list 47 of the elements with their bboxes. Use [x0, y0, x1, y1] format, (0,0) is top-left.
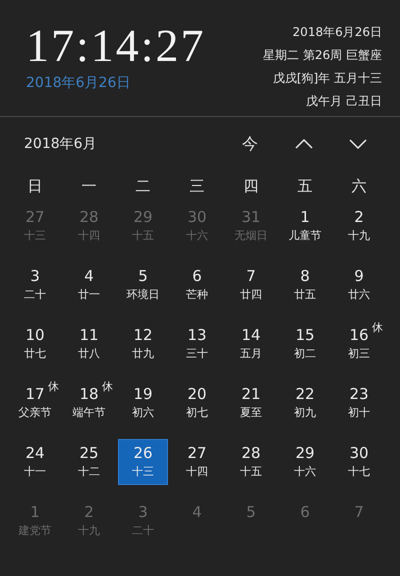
calendar-day[interactable]: 22 初九 — [280, 380, 330, 426]
calendar-day[interactable]: 23 初十 — [334, 380, 384, 426]
calendar-day[interactable]: 3 二十 — [10, 262, 60, 308]
calendar-day[interactable]: 12 廿九 — [118, 321, 168, 367]
today-button[interactable]: 今 — [230, 129, 270, 159]
current-date: 2018年6月26日 — [26, 74, 132, 92]
calendar-day[interactable]: 9 廿六 — [334, 262, 384, 308]
date-info: 戊午月 己丑日 — [306, 93, 382, 110]
calendar-day[interactable]: 17 休 父亲节 — [10, 380, 60, 426]
weekday-label: 六 — [350, 176, 368, 197]
calendar-day[interactable]: 20 初七 — [172, 380, 222, 426]
chevron-up-icon — [295, 139, 313, 149]
calendar-day[interactable]: 13 三十 — [172, 321, 222, 367]
calendar-day[interactable]: 11 廿八 — [64, 321, 114, 367]
calendar-day[interactable]: 28 十五 — [226, 439, 276, 485]
calendar-day[interactable]: 10 廿七 — [10, 321, 60, 367]
calendar-day[interactable]: 5 环境日 — [118, 262, 168, 308]
weekday-label: 日 — [26, 176, 44, 197]
weekday-label: 五 — [296, 176, 314, 197]
calendar-day[interactable]: 24 十一 — [10, 439, 60, 485]
calendar-day[interactable]: 29 十六 — [280, 439, 330, 485]
calendar-day[interactable]: 27 十四 — [172, 439, 222, 485]
calendar-day[interactable]: 8 廿五 — [280, 262, 330, 308]
calendar-day[interactable]: 18 休 端午节 — [64, 380, 114, 426]
calendar-day[interactable]: 21 夏至 — [226, 380, 276, 426]
calendar-day[interactable]: 6 芒种 — [172, 262, 222, 308]
calendar-day[interactable]: 4 廿一 — [64, 262, 114, 308]
calendar-day[interactable]: 30 十七 — [334, 439, 384, 485]
calendar-day[interactable]: 25 十二 — [64, 439, 114, 485]
calendar-day[interactable]: 2 十九 — [334, 203, 384, 249]
date-info: 2018年6月26日 — [292, 24, 382, 41]
calendar-day[interactable]: 14 五月 — [226, 321, 276, 367]
calendar-day[interactable]: 1 儿童节 — [280, 203, 330, 249]
weekday-label: 一 — [80, 176, 98, 197]
calendar-day[interactable]: 15 初二 — [280, 321, 330, 367]
calendar-day[interactable]: 16 休 初三 — [334, 321, 384, 367]
date-info: 星期二 第26周 巨蟹座 — [263, 47, 382, 64]
weekday-label: 三 — [188, 176, 206, 197]
calendar-day[interactable]: 26 十三 — [118, 439, 168, 485]
month-title: 2018年6月 — [24, 135, 98, 153]
calendar-day[interactable]: 19 初六 — [118, 380, 168, 426]
clock-time: 17:14:27 — [26, 20, 206, 72]
date-info: 戊戌[狗]年 五月十三 — [272, 70, 382, 87]
weekday-label: 四 — [242, 176, 260, 197]
weekday-label: 二 — [134, 176, 152, 197]
calendar-day[interactable]: 7 廿四 — [226, 262, 276, 308]
chevron-down-icon — [349, 139, 367, 149]
